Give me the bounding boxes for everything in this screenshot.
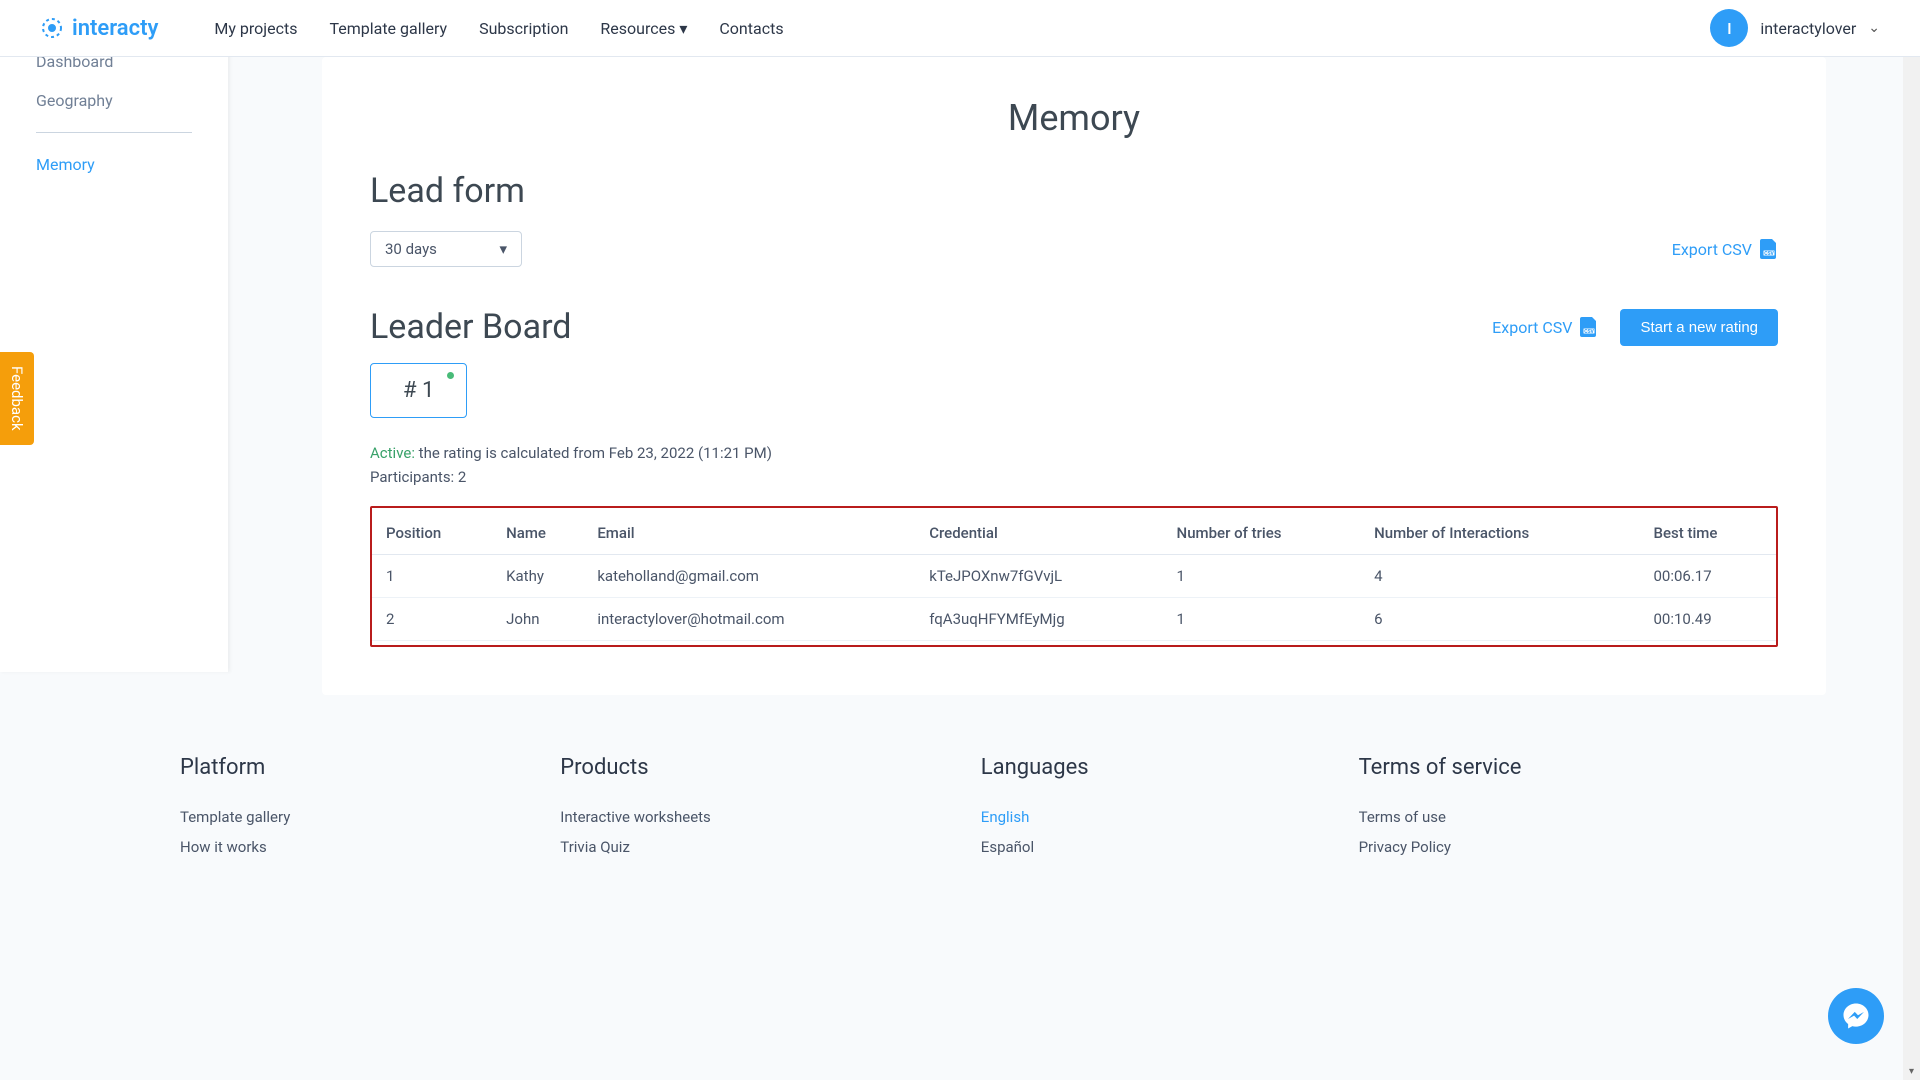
leadform-export-csv[interactable]: Export CSV CSV — [1672, 239, 1778, 259]
sidebar-item-memory[interactable]: Memory — [36, 145, 192, 184]
participants-line: Participants: 2 — [370, 468, 1778, 486]
feedback-tab[interactable]: Feedback — [0, 352, 34, 445]
footer-link-english[interactable]: English — [981, 808, 1089, 826]
leaderboard-header: Leader Board Export CSV CSV Start a new … — [370, 307, 1778, 347]
nav-my-projects[interactable]: My projects — [214, 19, 297, 38]
footer-languages: Languages English Español — [981, 755, 1089, 868]
table-row: 1 Kathy kateholland@gmail.com kTeJPOXnw7… — [372, 555, 1776, 598]
logo[interactable]: interacty — [40, 16, 158, 41]
footer-platform: Platform Template gallery How it works — [180, 755, 290, 868]
main-content: Memory Lead form 30 days ▾ Export CSV CS… — [228, 57, 1920, 695]
start-new-rating-button[interactable]: Start a new rating — [1620, 309, 1778, 346]
col-credential: Credential — [921, 512, 1168, 555]
status-active-label: Active: — [370, 444, 415, 462]
sidebar: Dashboard Geography Memory — [0, 0, 228, 672]
col-best-time: Best time — [1646, 512, 1777, 555]
leaderboard-title: Leader Board — [370, 307, 571, 347]
footer-products-title: Products — [560, 755, 711, 780]
svg-text:CSV: CSV — [1764, 251, 1774, 257]
period-value: 30 days — [385, 240, 437, 258]
leadform-controls: 30 days ▾ Export CSV CSV — [370, 231, 1778, 267]
nav-subscription[interactable]: Subscription — [479, 19, 568, 38]
logo-icon — [40, 16, 64, 40]
footer-terms-title: Terms of service — [1359, 755, 1522, 780]
footer-languages-title: Languages — [981, 755, 1089, 780]
footer-link-privacy-policy[interactable]: Privacy Policy — [1359, 838, 1522, 856]
logo-text: interacty — [72, 16, 158, 41]
table-row: 2 John interactylover@hotmail.com fqA3uq… — [372, 598, 1776, 641]
table-header-row: Position Name Email Credential Number of… — [372, 512, 1776, 555]
footer-link-template-gallery[interactable]: Template gallery — [180, 808, 290, 826]
leaderboard-export-csv[interactable]: Export CSV CSV — [1492, 317, 1598, 337]
footer-products: Products Interactive worksheets Trivia Q… — [560, 755, 711, 868]
messenger-icon — [1841, 1001, 1871, 1031]
col-name: Name — [498, 512, 589, 555]
footer-link-trivia-quiz[interactable]: Trivia Quiz — [560, 838, 711, 856]
csv-file-icon: CSV — [1760, 239, 1778, 259]
scroll-track[interactable] — [1903, 17, 1920, 1063]
leaderboard-actions: Export CSV CSV Start a new rating — [1492, 309, 1778, 346]
footer-terms: Terms of service Terms of use Privacy Po… — [1359, 755, 1522, 868]
col-tries: Number of tries — [1169, 512, 1367, 555]
avatar: I — [1710, 9, 1748, 47]
active-indicator-dot — [447, 372, 454, 379]
col-position: Position — [372, 512, 498, 555]
svg-text:CSV: CSV — [1585, 329, 1595, 335]
col-email: Email — [589, 512, 921, 555]
col-interactions: Number of Interactions — [1366, 512, 1645, 555]
leaderboard-table-highlight: Position Name Email Credential Number of… — [370, 506, 1778, 647]
status-line: Active: the rating is calculated from Fe… — [370, 444, 1778, 462]
rating-badge[interactable]: # 1 — [370, 363, 467, 418]
footer-platform-title: Platform — [180, 755, 290, 780]
header: interacty My projects Template gallery S… — [0, 0, 1920, 57]
chevron-down-icon: ⌄ — [1868, 20, 1880, 36]
content-card: Memory Lead form 30 days ▾ Export CSV CS… — [322, 57, 1826, 695]
footer-link-terms-of-use[interactable]: Terms of use — [1359, 808, 1522, 826]
footer-link-espanol[interactable]: Español — [981, 838, 1089, 856]
nav-contacts[interactable]: Contacts — [719, 19, 783, 38]
scroll-down-arrow[interactable]: ▾ — [1903, 1063, 1920, 1080]
caret-down-icon: ▾ — [679, 19, 687, 38]
leaderboard-table: Position Name Email Credential Number of… — [372, 512, 1776, 641]
leadform-title: Lead form — [370, 171, 1778, 211]
page-title: Memory — [370, 97, 1778, 139]
user-menu[interactable]: I interactylover ⌄ — [1710, 9, 1880, 47]
user-name-label: interactylover — [1760, 19, 1856, 38]
nav-template-gallery[interactable]: Template gallery — [329, 19, 447, 38]
participants-count: 2 — [458, 468, 466, 486]
footer: Platform Template gallery How it works P… — [0, 695, 1920, 908]
chat-bubble-button[interactable] — [1828, 988, 1884, 1044]
sidebar-divider — [36, 132, 192, 133]
footer-link-how-it-works[interactable]: How it works — [180, 838, 290, 856]
sidebar-item-geography[interactable]: Geography — [36, 81, 192, 120]
status-text: the rating is calculated from Feb 23, 20… — [415, 444, 772, 462]
main-nav: My projects Template gallery Subscriptio… — [214, 19, 783, 38]
footer-link-interactive-worksheets[interactable]: Interactive worksheets — [560, 808, 711, 826]
csv-file-icon: CSV — [1580, 317, 1598, 337]
nav-resources[interactable]: Resources ▾ — [600, 19, 687, 38]
caret-down-icon: ▾ — [499, 240, 507, 258]
period-select[interactable]: 30 days ▾ — [370, 231, 522, 267]
